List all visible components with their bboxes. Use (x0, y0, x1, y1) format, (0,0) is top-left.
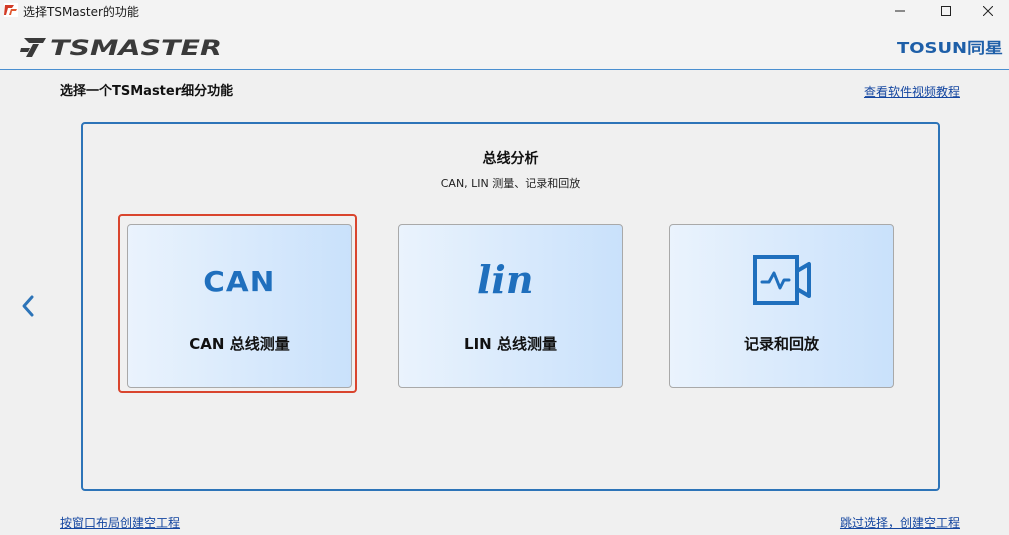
can-logo-text: CAN (203, 264, 276, 298)
create-from-layout-link[interactable]: 按窗口布局创建空工程 (60, 514, 180, 531)
title-bar: 选择TSMaster的功能 (0, 0, 1009, 22)
panel-title: 总线分析 (482, 151, 539, 167)
close-button[interactable] (965, 0, 1009, 22)
lin-measure-card[interactable]: lin LIN 总线测量 (398, 224, 623, 388)
card-label: CAN 总线测量 (189, 335, 290, 353)
video-camera-icon (752, 255, 811, 305)
page-subtitle: 选择一个TSMaster细分功能 (60, 84, 234, 99)
tsmaster-app-icon (4, 3, 18, 17)
brand-name: TSMASTER (50, 36, 222, 59)
can-measure-card[interactable]: CAN CAN 总线测量 (127, 224, 352, 388)
brand-header: TSMASTER TOSUN同星 (0, 22, 1009, 70)
minimize-icon (895, 10, 905, 12)
window-title: 选择TSMaster的功能 (23, 5, 139, 19)
maximize-button[interactable] (923, 0, 969, 22)
lin-logo-graphic: lin (477, 257, 534, 302)
vendor-name: TOSUN同星 (897, 39, 1003, 56)
maximize-icon (941, 6, 951, 16)
card-label: 记录和回放 (743, 335, 819, 353)
tsmaster-logo: TSMASTER (20, 36, 222, 59)
tosun-vendor-logo: TOSUN同星 (897, 39, 1003, 56)
record-replay-icon (670, 251, 893, 311)
lin-logo-text: lin (477, 257, 534, 302)
close-icon (983, 6, 993, 16)
record-replay-card[interactable]: 记录和回放 (669, 224, 894, 388)
minimize-button[interactable] (877, 0, 923, 22)
card-label: LIN 总线测量 (464, 335, 557, 353)
skip-create-empty-link[interactable]: 跳过选择，创建空工程 (840, 514, 960, 531)
chevron-left-icon[interactable] (18, 293, 40, 319)
can-logo-icon: CAN (128, 251, 351, 311)
panel-description: CAN, LIN 测量、记录和回放 (440, 177, 581, 190)
lin-logo-icon: lin (399, 251, 622, 311)
video-tutorial-link[interactable]: 查看软件视频教程 (864, 83, 960, 100)
